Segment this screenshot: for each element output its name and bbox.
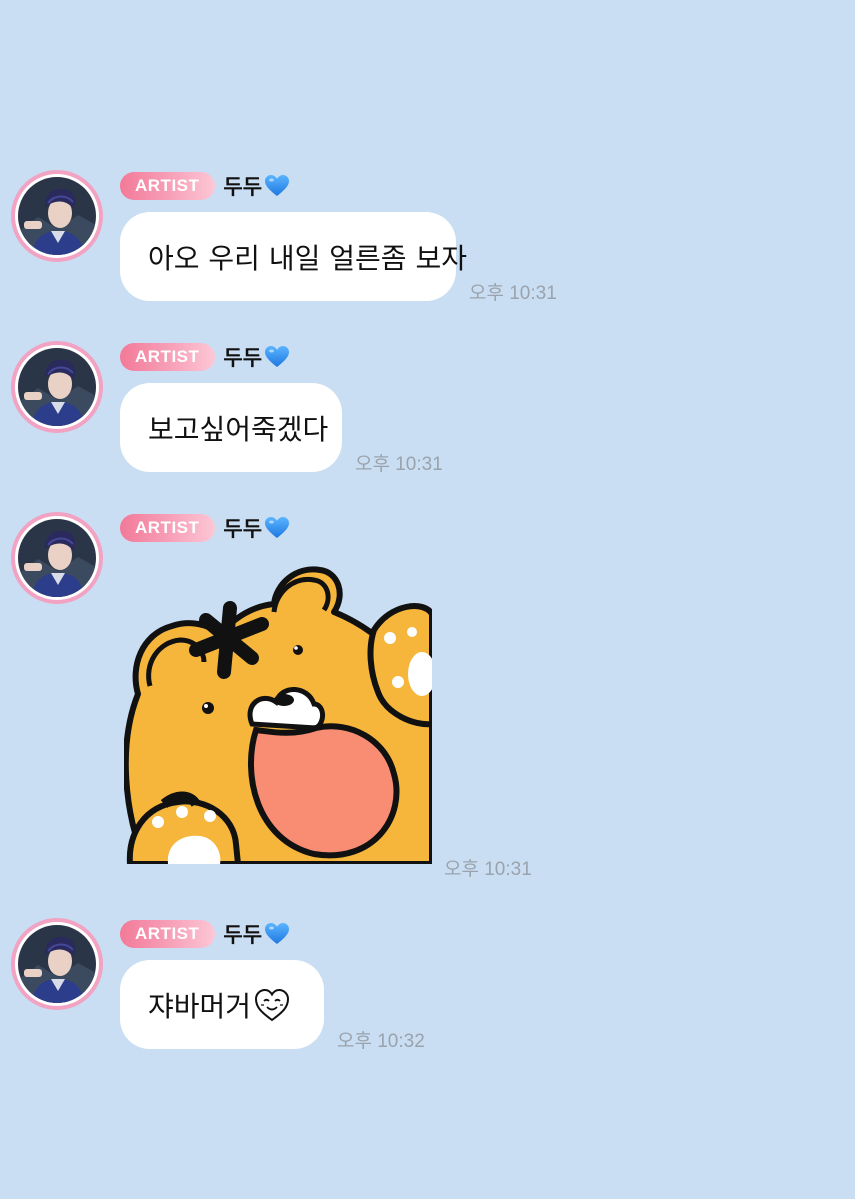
- sender-row: ARTIST 두두: [120, 342, 290, 372]
- sender-row: ARTIST 두두: [120, 513, 290, 543]
- artist-badge: ARTIST: [120, 920, 216, 948]
- avatar-image: [18, 519, 96, 597]
- message-timestamp: 오후 10:32: [337, 1031, 425, 1052]
- message-bubble[interactable]: 보고싶어죽겠다: [120, 383, 342, 472]
- blue-heart-icon: [264, 922, 290, 946]
- avatar-image: [18, 925, 96, 1003]
- avatar[interactable]: [11, 918, 103, 1010]
- message-timestamp: 오후 10:31: [469, 283, 557, 304]
- smiling-heart-icon: [255, 988, 290, 1021]
- blue-heart-icon: [264, 174, 290, 198]
- avatar[interactable]: [11, 170, 103, 262]
- message-timestamp: 오후 10:31: [355, 454, 443, 475]
- avatar[interactable]: [11, 512, 103, 604]
- sender-name: 두두: [223, 346, 263, 370]
- avatar[interactable]: [11, 341, 103, 433]
- message-timestamp: 오후 10:31: [444, 859, 532, 880]
- message-bubble[interactable]: 아오 우리 내일 얼른좀 보자: [120, 212, 467, 301]
- tiger-sticker-image: [124, 566, 432, 864]
- artist-badge: ARTIST: [120, 343, 216, 371]
- artist-badge: ARTIST: [120, 514, 216, 542]
- sender-name: 두두: [223, 923, 263, 947]
- avatar-image: [18, 177, 96, 255]
- avatar-image: [18, 348, 96, 426]
- sender-name: 두두: [223, 175, 263, 199]
- message-bubble[interactable]: 쟈바머거: [120, 960, 324, 1049]
- sender-row: ARTIST 두두: [120, 171, 290, 201]
- artist-badge: ARTIST: [120, 172, 216, 200]
- message-text: 쟈바머거: [148, 989, 252, 1023]
- sender-row: ARTIST 두두: [120, 919, 290, 949]
- sender-name: 두두: [223, 517, 263, 541]
- message-text: 아오 우리 내일 얼른좀 보자: [148, 241, 467, 275]
- blue-heart-icon: [264, 345, 290, 369]
- tiger-sticker[interactable]: [124, 554, 432, 864]
- message-text: 보고싶어죽겠다: [148, 412, 329, 446]
- blue-heart-icon: [264, 516, 290, 540]
